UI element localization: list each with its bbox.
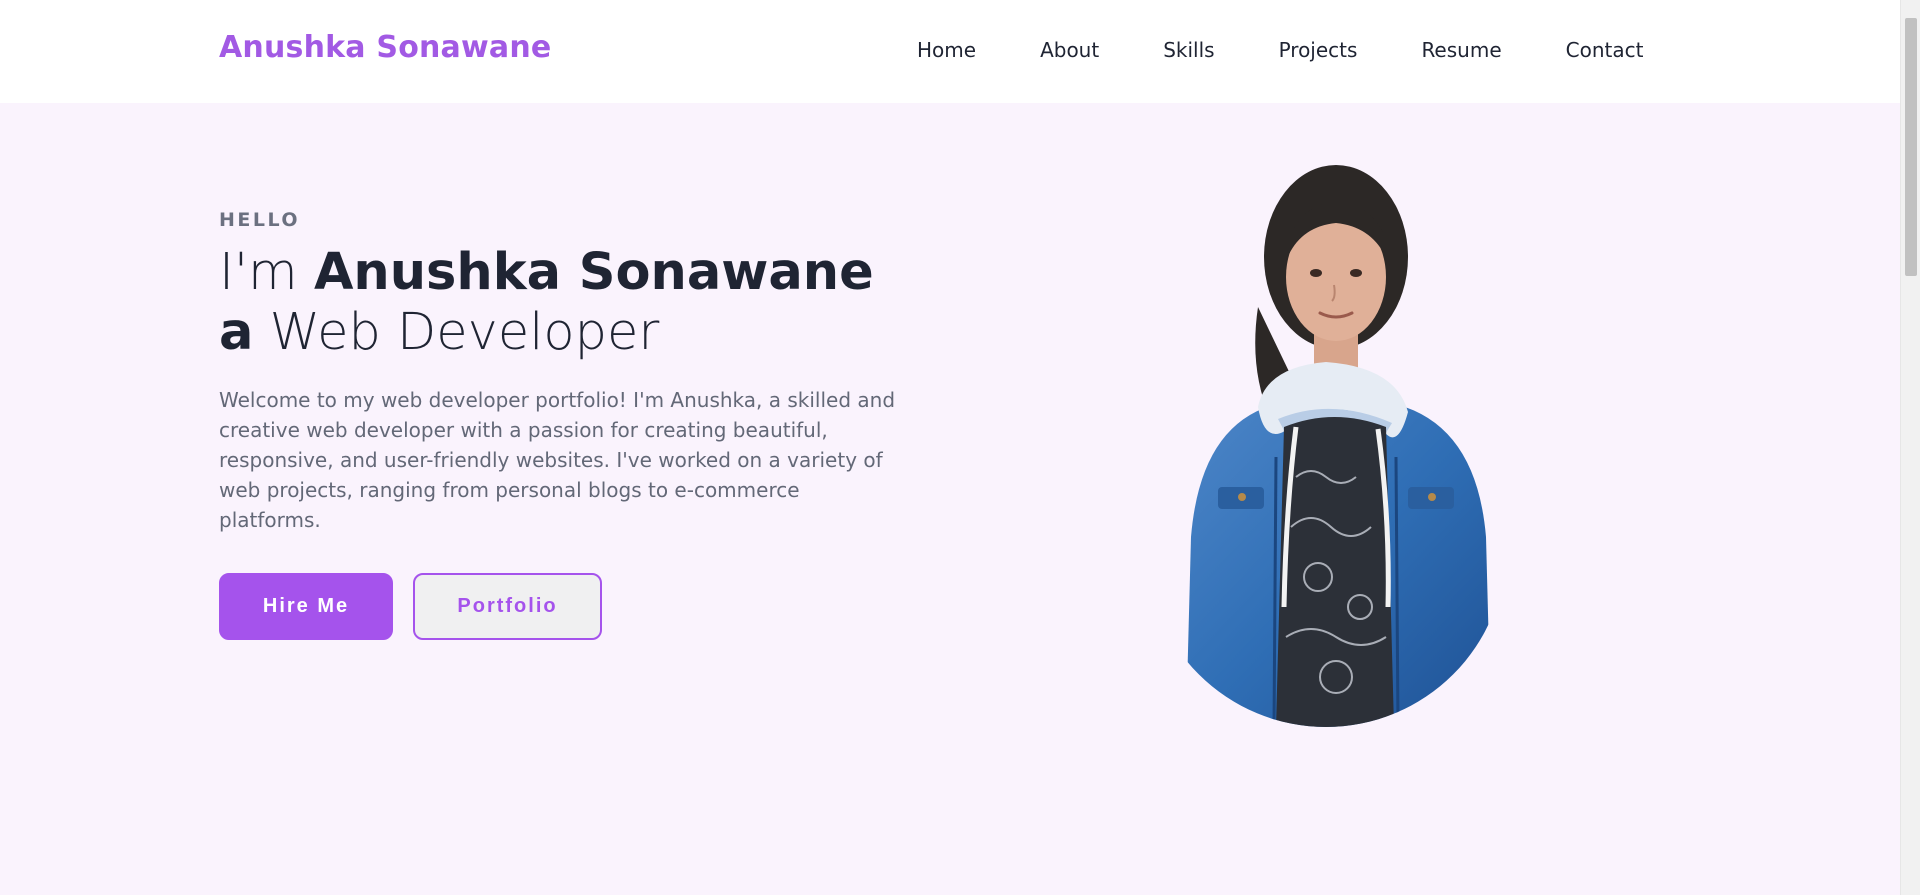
nav-link-resume[interactable]: Resume (1421, 38, 1501, 62)
nav-link-contact[interactable]: Contact (1566, 38, 1644, 62)
nav-link-about[interactable]: About (1040, 38, 1099, 62)
scrollbar-thumb[interactable] (1905, 18, 1917, 276)
hero-intro: Welcome to my web developer portfolio! I… (219, 388, 896, 532)
profile-photo (1146, 157, 1506, 727)
site-logo[interactable]: Anushka Sonawane (219, 30, 551, 65)
main-nav: Home About Skills Projects Resume Contac… (917, 38, 1643, 62)
headline-article: a (219, 303, 254, 362)
nav-link-home[interactable]: Home (917, 38, 976, 62)
site-header: Anushka Sonawane Home About Skills Proje… (0, 0, 1900, 103)
portfolio-button[interactable]: Portfolio (413, 573, 602, 640)
hero-headline: I'm Anushka Sonawane a Web Developer (219, 243, 874, 363)
headline-greeting: I'm (219, 243, 314, 302)
nav-link-projects[interactable]: Projects (1279, 38, 1358, 62)
headline-name: Anushka Sonawane (313, 243, 874, 302)
page-scrollbar[interactable] (1900, 0, 1920, 895)
hero-section: HELLO I'm Anushka Sonawane a Web Develop… (0, 103, 1900, 895)
headline-role: Web Developer (253, 303, 660, 362)
hire-me-button[interactable]: Hire Me (219, 573, 393, 640)
nav-link-skills[interactable]: Skills (1163, 38, 1214, 62)
hero-eyebrow: HELLO (219, 209, 301, 231)
